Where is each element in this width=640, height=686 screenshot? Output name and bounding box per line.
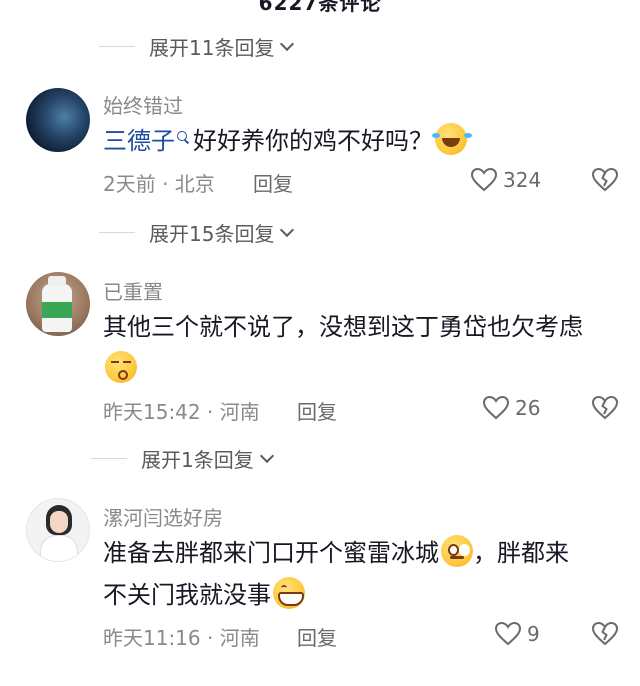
- body-shape: [40, 535, 78, 561]
- divider-line: [91, 457, 127, 459]
- time-location: 2天前 · 北京: [103, 172, 215, 196]
- comment-meta: 2天前 · 北京 回复 324: [103, 167, 619, 198]
- like-button[interactable]: 9: [495, 622, 540, 646]
- expand-replies-button[interactable]: 展开11条回复: [99, 32, 295, 60]
- comment-username[interactable]: 漯河闫选好房: [103, 502, 223, 531]
- like-count: 26: [515, 396, 541, 420]
- comment-username[interactable]: 已重置: [103, 276, 163, 305]
- comment-text: 准备去胖都来门口开个蜜雷冰城 ，胖都来 不关门我就没事: [103, 532, 623, 616]
- heart-icon: [495, 622, 521, 646]
- comment-body: 准备去胖都来门口开个蜜雷冰城: [103, 539, 439, 567]
- comment-meta: 昨天11:16 · 河南 回复 9: [103, 621, 619, 652]
- comment-body-tail: ，胖都来: [473, 539, 569, 567]
- time-location: 昨天15:42 · 河南: [103, 400, 260, 424]
- expand-replies-button[interactable]: 展开1条回复: [91, 444, 274, 472]
- search-icon[interactable]: [177, 131, 189, 143]
- broken-heart-icon: [591, 167, 619, 192]
- chevron-down-icon: [280, 222, 295, 237]
- comment-body-line2: 不关门我就没事: [103, 581, 271, 609]
- comment-meta: 昨天15:42 · 河南 回复 26: [103, 395, 619, 426]
- avatar[interactable]: [26, 272, 90, 336]
- expand-replies-label: 展开11条回复: [149, 35, 275, 60]
- face-shape: [50, 511, 68, 533]
- dislike-button[interactable]: [591, 395, 619, 425]
- dislike-button[interactable]: [591, 167, 619, 197]
- like-count: 324: [503, 168, 542, 192]
- broken-heart-icon: [591, 395, 619, 420]
- comment-username[interactable]: 始终错过: [103, 90, 183, 119]
- blushing-emoji: [441, 535, 473, 567]
- expand-replies-label: 展开15条回复: [149, 221, 275, 246]
- divider-line: [99, 231, 135, 233]
- reply-button[interactable]: 回复: [297, 396, 337, 425]
- like-button[interactable]: 324: [471, 168, 541, 192]
- heart-icon: [471, 168, 497, 192]
- comment-body: 好好养你的鸡不好吗？: [193, 127, 433, 155]
- like-button[interactable]: 26: [483, 396, 540, 420]
- chevron-down-icon: [259, 448, 274, 463]
- avatar[interactable]: [26, 498, 90, 562]
- heart-icon: [483, 396, 509, 420]
- mention-link[interactable]: 三德子: [103, 127, 175, 155]
- kiss-emoji: [105, 351, 137, 383]
- reply-button[interactable]: 回复: [253, 168, 293, 197]
- bottle-cap-shape: [48, 276, 66, 286]
- laughing-tears-emoji: [432, 123, 467, 155]
- time-location: 昨天11:16 · 河南: [103, 626, 260, 650]
- avatar[interactable]: [26, 88, 90, 152]
- comment-text: 三德子 好好养你的鸡不好吗？: [103, 120, 623, 162]
- chevron-down-icon: [280, 36, 295, 51]
- comment-body: 其他三个就不说了，没想到这丁勇岱也欠考虑: [103, 313, 583, 341]
- broken-heart-icon: [591, 621, 619, 646]
- reply-button[interactable]: 回复: [297, 622, 337, 651]
- expand-replies-button[interactable]: 展开15条回复: [99, 218, 295, 246]
- expand-replies-label: 展开1条回复: [141, 447, 254, 472]
- comment-text: 其他三个就不说了，没想到这丁勇岱也欠考虑: [103, 306, 623, 390]
- like-count: 9: [527, 622, 540, 646]
- grinning-emoji: [273, 577, 305, 609]
- bottle-label-shape: [42, 302, 72, 318]
- dislike-button[interactable]: [591, 621, 619, 651]
- divider-line: [99, 45, 135, 47]
- comment-count-title: 6227条评论: [258, 0, 382, 15]
